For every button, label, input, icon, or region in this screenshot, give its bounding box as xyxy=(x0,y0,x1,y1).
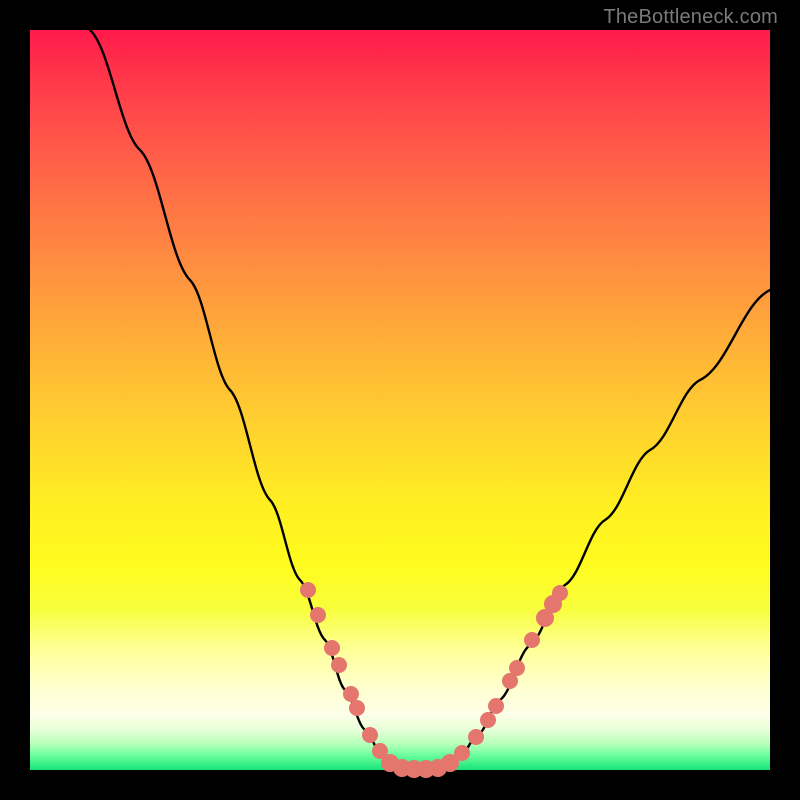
curve-dot xyxy=(331,657,347,673)
curve-dot xyxy=(480,712,496,728)
curve-dot xyxy=(310,607,326,623)
curve-dot xyxy=(300,582,316,598)
curve-dot xyxy=(324,640,340,656)
curve-dot xyxy=(349,700,365,716)
curve-dot xyxy=(343,686,359,702)
curve-dot xyxy=(488,698,504,714)
curve-dot xyxy=(454,745,470,761)
bottleneck-curve xyxy=(90,30,770,769)
chart-svg xyxy=(30,30,770,770)
curve-dot xyxy=(362,727,378,743)
plot-area xyxy=(30,30,770,770)
curve-dot xyxy=(524,632,540,648)
watermark-text: TheBottleneck.com xyxy=(603,6,778,29)
curve-dot xyxy=(552,585,568,601)
chart-frame: TheBottleneck.com xyxy=(0,0,800,800)
curve-dot xyxy=(509,660,525,676)
curve-dot xyxy=(468,729,484,745)
